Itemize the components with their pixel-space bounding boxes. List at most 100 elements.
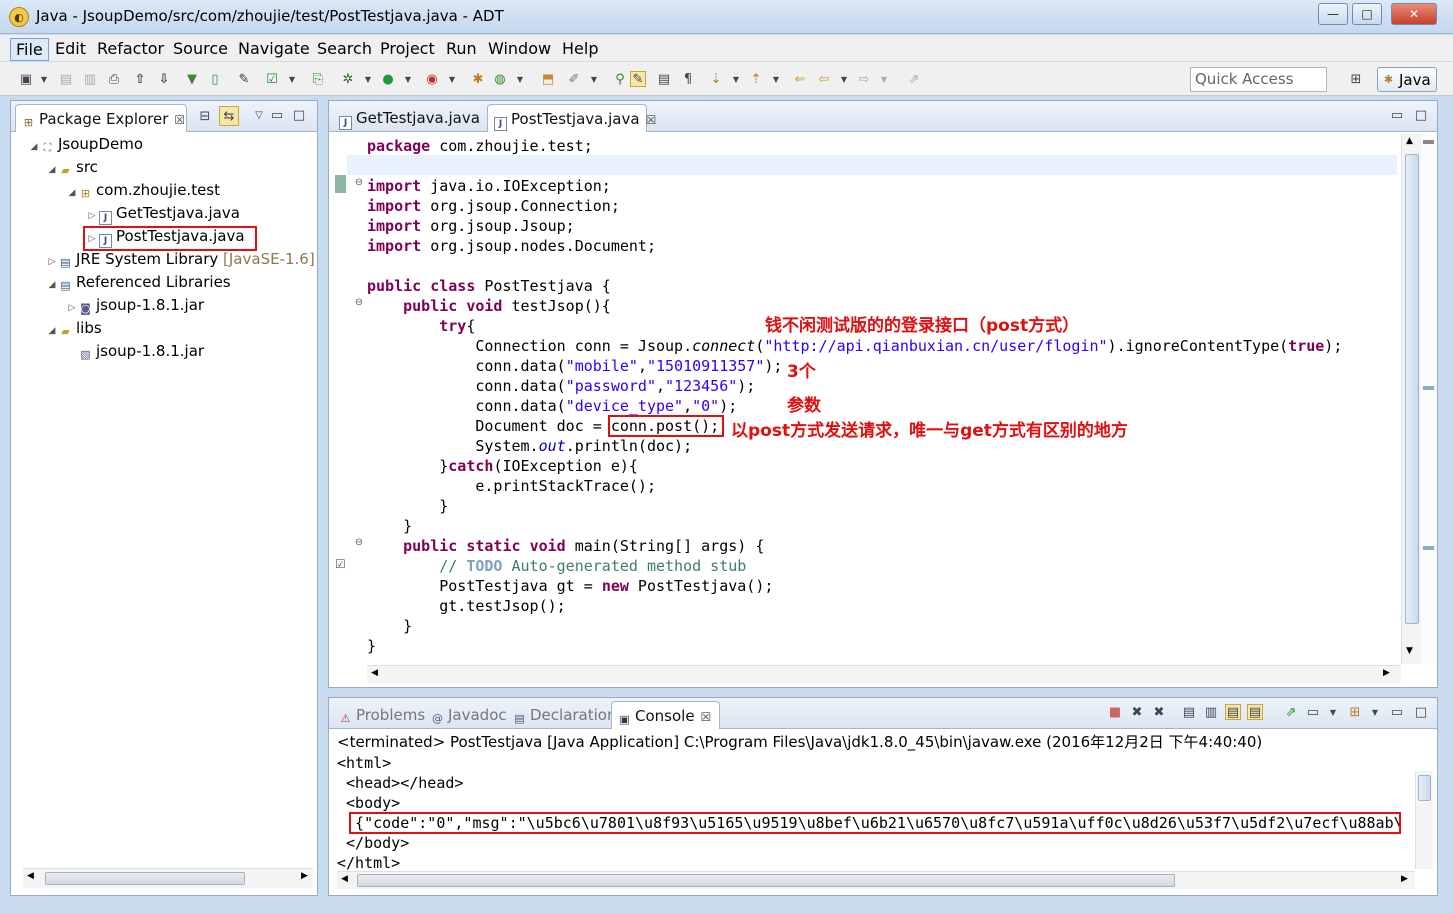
fold-icon[interactable]: ⊖ — [354, 537, 364, 548]
remove-launch-icon[interactable]: ✖ — [1129, 704, 1145, 720]
search-tool-icon[interactable]: ✐ — [566, 71, 582, 87]
collapsed-arrow-icon[interactable]: ▷ — [85, 211, 99, 221]
menu-refactor[interactable]: Refactor — [92, 38, 169, 59]
new-java-project-icon[interactable]: ✱ — [470, 71, 486, 87]
save-icon[interactable]: ▤ — [58, 71, 74, 87]
open-type-icon[interactable]: ⬒ — [540, 71, 556, 87]
pin-editor-icon[interactable]: ⇗ — [906, 71, 922, 87]
close-icon[interactable]: ☒ — [646, 113, 657, 127]
checklist-icon[interactable]: ☑ — [264, 71, 280, 87]
mark-occurrences-icon[interactable]: ✎ — [630, 71, 646, 87]
close-icon[interactable]: ☒ — [701, 710, 712, 724]
chevron-down-icon[interactable]: ▼ — [360, 71, 376, 87]
chevron-down-icon[interactable]: ▼ — [728, 71, 744, 87]
link-with-editor-icon[interactable]: ⇆ — [219, 106, 239, 126]
clear-console-icon[interactable]: ▤ — [1181, 704, 1197, 720]
chevron-down-icon[interactable]: ▼ — [1367, 704, 1383, 720]
horizontal-scrollbar[interactable]: ◀ ▶ — [337, 871, 1415, 889]
collapsed-arrow-icon[interactable]: ▷ — [85, 234, 99, 244]
chevron-down-icon[interactable]: ▼ — [876, 71, 892, 87]
expanded-arrow-icon[interactable]: ◢ — [45, 165, 59, 175]
back-icon[interactable]: ⇦ — [816, 71, 832, 87]
tree-libs[interactable]: ◢ ▰ libs — [45, 319, 102, 342]
maximize-view-icon[interactable]: □ — [291, 107, 307, 123]
minimize-button[interactable]: — — [1318, 3, 1348, 25]
remove-all-icon[interactable]: ✖ — [1151, 704, 1167, 720]
scroll-left-icon[interactable]: ◀ — [27, 871, 34, 881]
show-on-stderr-icon[interactable]: ▤ — [1247, 704, 1263, 720]
menu-navigate[interactable]: Navigate — [233, 38, 315, 59]
tree-ref-libs[interactable]: ◢ ▤ Referenced Libraries — [45, 273, 231, 296]
sdk-manager-icon[interactable]: ▼ — [184, 71, 200, 87]
terminate-icon[interactable]: ■ — [1107, 704, 1123, 720]
expanded-arrow-icon[interactable]: ◢ — [65, 188, 79, 198]
view-menu-icon[interactable]: ▽ — [251, 107, 267, 123]
expanded-arrow-icon[interactable]: ◢ — [45, 326, 59, 336]
horizontal-scrollbar[interactable]: ◀ ▶ — [23, 868, 313, 888]
avd-manager-icon[interactable]: ▯ — [207, 71, 223, 87]
chevron-down-icon[interactable]: ▼ — [284, 71, 300, 87]
minimize-view-icon[interactable]: ▭ — [1389, 704, 1405, 720]
scroll-right-icon[interactable]: ▶ — [301, 871, 308, 881]
show-on-stdout-icon[interactable]: ▤ — [1225, 704, 1241, 720]
minimize-view-icon[interactable]: ▭ — [1389, 107, 1405, 123]
collapsed-arrow-icon[interactable]: ▷ — [45, 257, 59, 267]
block-selection-icon[interactable]: ▤ — [656, 71, 672, 87]
chevron-down-icon[interactable]: ▼ — [444, 71, 460, 87]
new-icon[interactable]: ▣ — [18, 71, 34, 87]
tree-ref-jar[interactable]: ▷ ◙ jsoup-1.8.1.jar — [65, 296, 205, 319]
maximize-button[interactable]: □ — [1352, 3, 1382, 25]
debug-icon[interactable]: ✲ — [340, 71, 356, 87]
toggle-ant-icon[interactable]: ⚲ — [612, 71, 628, 87]
scrollbar-thumb[interactable] — [357, 874, 1175, 887]
upload-icon[interactable]: ⇧ — [132, 71, 148, 87]
vertical-scrollbar[interactable]: ▲ ▼ — [1401, 134, 1421, 664]
download-icon[interactable]: ⇩ — [156, 71, 172, 87]
last-edit-icon[interactable]: ⇐ — [792, 71, 808, 87]
chevron-down-icon[interactable]: ▼ — [400, 71, 416, 87]
lint-icon[interactable]: ✎ — [236, 71, 252, 87]
chevron-down-icon[interactable]: ▼ — [36, 71, 52, 87]
fold-icon[interactable]: ⊖ — [354, 297, 364, 308]
prev-annotation-icon[interactable]: ⇡ — [748, 71, 764, 87]
save-all-icon[interactable]: ▥ — [82, 71, 98, 87]
tree-libs-jar[interactable]: ▧ jsoup-1.8.1.jar — [79, 342, 204, 365]
menu-edit[interactable]: Edit — [50, 38, 91, 59]
tree-project[interactable]: ◢ ⛶ JsoupDemo — [27, 135, 143, 158]
vertical-scrollbar[interactable] — [1415, 771, 1433, 869]
collapsed-arrow-icon[interactable]: ▷ — [65, 303, 79, 313]
external-tools-icon[interactable]: ◉ — [424, 71, 440, 87]
tree-jre[interactable]: ▷ ▤ JRE System Library [JavaSE-1.6] — [45, 250, 315, 273]
java-perspective-button[interactable]: ✱ Java — [1377, 67, 1437, 92]
tab-javadoc[interactable]: @ Javadoc — [425, 701, 515, 729]
scrollbar-thumb[interactable] — [45, 872, 245, 885]
display-console-icon[interactable]: ▭ — [1305, 704, 1321, 720]
open-console-icon[interactable]: ⊞ — [1347, 704, 1363, 720]
chevron-down-icon[interactable]: ▼ — [836, 71, 852, 87]
tab-problems[interactable]: ⚠ Problems — [333, 701, 433, 729]
menu-search[interactable]: Search — [312, 38, 377, 59]
fold-icon[interactable]: ⊖ — [354, 177, 364, 188]
scroll-right-icon[interactable]: ▶ — [1401, 874, 1408, 884]
print-icon[interactable]: ⎙ — [106, 71, 122, 87]
menu-file[interactable]: File — [10, 38, 49, 61]
chevron-down-icon[interactable]: ▼ — [586, 71, 602, 87]
collapse-all-icon[interactable]: ⊟ — [197, 108, 213, 124]
next-annotation-icon[interactable]: ⇣ — [708, 71, 724, 87]
scroll-left-icon[interactable]: ◀ — [371, 668, 378, 678]
android-project-icon[interactable]: ⎘ — [310, 71, 326, 87]
close-button[interactable]: ✕ — [1391, 3, 1437, 25]
forward-icon[interactable]: ⇨ — [856, 71, 872, 87]
tree-file-get[interactable]: ▷ J GetTestjava.java — [85, 204, 240, 227]
show-whitespace-icon[interactable]: ¶ — [680, 71, 696, 87]
maximize-view-icon[interactable]: □ — [1413, 704, 1429, 720]
chevron-down-icon[interactable]: ▼ — [512, 71, 528, 87]
scroll-right-icon[interactable]: ▶ — [1383, 668, 1390, 678]
tab-get-testjava[interactable]: J GetTestjava.java — [333, 104, 483, 132]
new-class-icon[interactable]: ◍ — [492, 71, 508, 87]
chevron-down-icon[interactable]: ▼ — [1325, 704, 1341, 720]
menu-run[interactable]: Run — [441, 38, 482, 59]
quick-access-input[interactable]: Quick Access — [1190, 67, 1327, 92]
menu-window[interactable]: Window — [483, 38, 556, 59]
tab-post-testjava[interactable]: J PostTestjava.java ☒ — [487, 104, 656, 132]
